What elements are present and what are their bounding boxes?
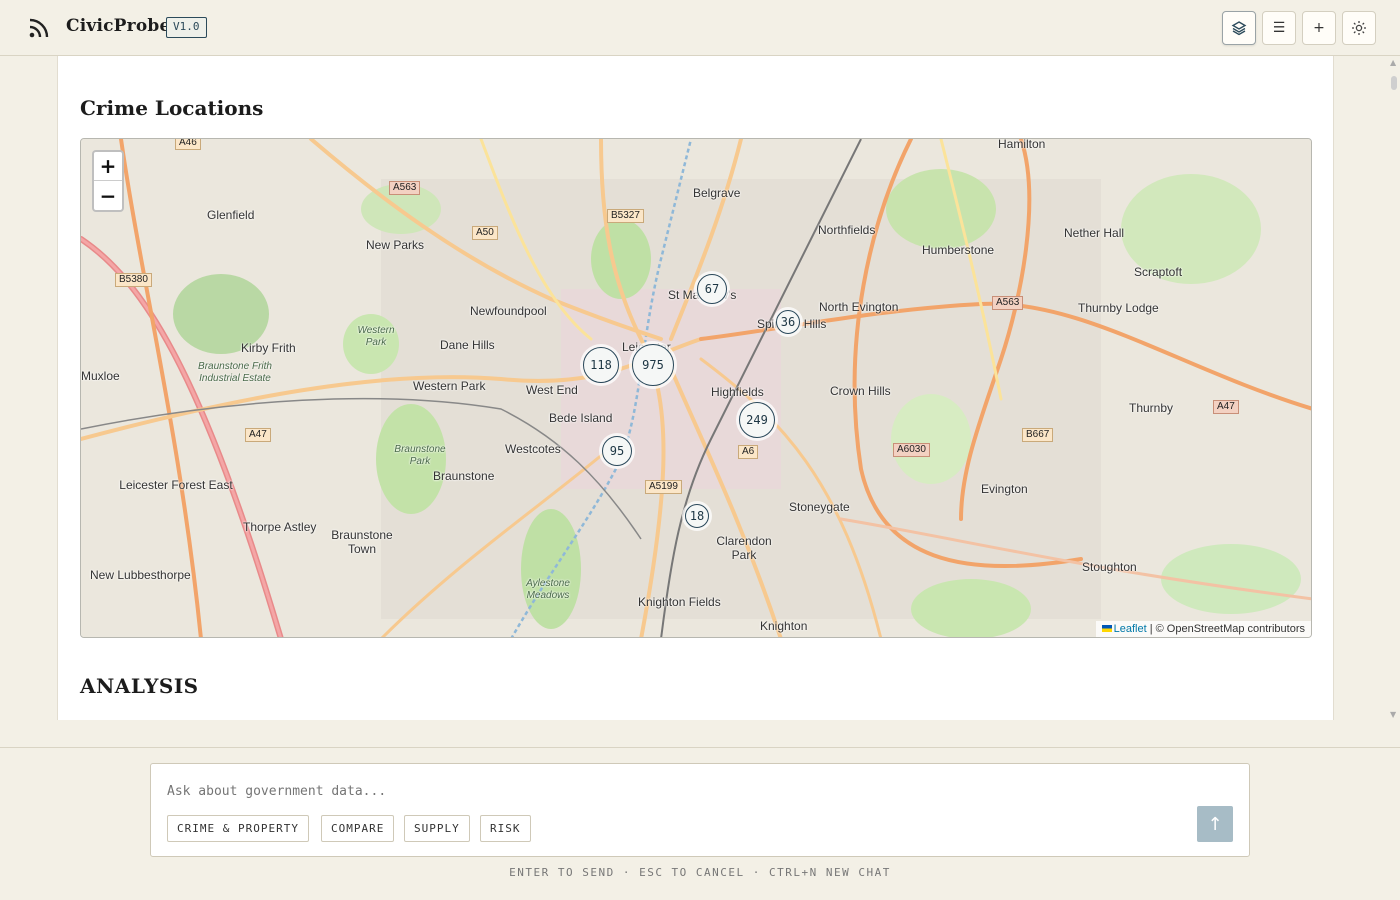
chip-risk[interactable]: RISK bbox=[480, 815, 531, 842]
place-label: Belgrave bbox=[693, 186, 741, 200]
scrollbar-thumb[interactable] bbox=[1391, 76, 1397, 90]
content-panel: Crime Locations A46 A563 B5327 A50 B5380… bbox=[57, 56, 1334, 720]
scroll-down-arrow-icon[interactable]: ▼ bbox=[1390, 710, 1396, 719]
place-label: Bede Island bbox=[549, 411, 613, 425]
zoom-in-button[interactable]: + bbox=[94, 152, 122, 181]
park-label: Braunstone Park bbox=[394, 444, 446, 467]
new-chat-button[interactable]: + bbox=[1302, 11, 1336, 45]
chip-supply[interactable]: SUPPLY bbox=[404, 815, 470, 842]
road-label: B5380 bbox=[115, 273, 152, 287]
crime-cluster-marker[interactable]: 18 bbox=[685, 504, 709, 528]
rss-icon bbox=[29, 18, 49, 38]
road-label: A563 bbox=[992, 296, 1024, 310]
layers-icon bbox=[1231, 21, 1247, 36]
chat-input[interactable] bbox=[167, 784, 1067, 799]
road-label: A563 bbox=[389, 181, 421, 195]
place-label: Hamilton bbox=[998, 138, 1046, 151]
leaflet-link[interactable]: Leaflet bbox=[1114, 623, 1147, 635]
analysis-title: ANALYSIS bbox=[80, 674, 199, 698]
place-label: Braunstone bbox=[433, 469, 495, 483]
park-label: Western Park bbox=[357, 325, 395, 348]
crime-cluster-marker[interactable]: 67 bbox=[697, 274, 727, 304]
road-label: A50 bbox=[472, 226, 498, 240]
section-title: Crime Locations bbox=[80, 96, 264, 120]
place-label: Glenfield bbox=[207, 208, 255, 222]
place-label: Braunstone Town bbox=[331, 528, 393, 556]
road-label: A46 bbox=[175, 139, 201, 150]
place-label: North Evington bbox=[819, 300, 899, 314]
version-badge: V1.0 bbox=[166, 17, 207, 38]
crime-map[interactable]: A46 A563 B5327 A50 B5380 A563 A47 A6 A60… bbox=[80, 138, 1312, 638]
place-label: Stoughton bbox=[1082, 560, 1137, 574]
chip-compare[interactable]: COMPARE bbox=[321, 815, 395, 842]
road-label: A6030 bbox=[893, 443, 930, 457]
road-label: A47 bbox=[245, 428, 271, 442]
settings-button[interactable] bbox=[1342, 11, 1376, 45]
park-label: Aylestone Meadows bbox=[526, 578, 570, 601]
place-label: Highfields bbox=[711, 385, 764, 399]
send-button[interactable]: ↑ bbox=[1197, 806, 1233, 842]
arrow-up-icon: ↑ bbox=[1207, 813, 1223, 835]
place-label: Kirby Frith bbox=[241, 341, 296, 355]
road-label: A6 bbox=[738, 445, 759, 459]
ukraine-flag-icon bbox=[1101, 625, 1112, 632]
place-label: Clarendon Park bbox=[716, 534, 772, 562]
list-icon: ☰ bbox=[1272, 20, 1286, 36]
place-label: Thorpe Astley bbox=[243, 520, 317, 534]
place-label: Nether Hall bbox=[1064, 226, 1125, 240]
crime-cluster-marker[interactable]: 249 bbox=[739, 402, 775, 438]
place-label: Dane Hills bbox=[440, 338, 495, 352]
divider bbox=[0, 747, 1400, 748]
place-label: Thurnby Lodge bbox=[1078, 301, 1159, 315]
keyboard-hint: ENTER TO SEND · ESC TO CANCEL · CTRL+N N… bbox=[509, 866, 891, 879]
layers-button[interactable] bbox=[1222, 11, 1256, 45]
app-name: CivicProbe bbox=[66, 16, 171, 36]
place-label: Leicester Forest East bbox=[119, 478, 233, 492]
place-label: Humberstone bbox=[922, 243, 995, 257]
place-label: Newfoundpool bbox=[470, 304, 547, 318]
place-label: New Lubbesthorpe bbox=[90, 568, 191, 582]
place-label: Stoneygate bbox=[789, 500, 850, 514]
place-label: Knighton bbox=[760, 619, 808, 633]
place-label: Crown Hills bbox=[830, 384, 891, 398]
chat-composer: CRIME & PROPERTY COMPARE SUPPLY RISK ↑ bbox=[150, 763, 1250, 857]
park-label: Braunstone Frith Industrial Estate bbox=[198, 361, 272, 384]
place-label: West End bbox=[526, 383, 578, 397]
menu-button[interactable]: ☰ bbox=[1262, 11, 1296, 45]
place-label: Evington bbox=[981, 482, 1028, 496]
place-label: Thurnby bbox=[1129, 401, 1174, 415]
place-label: Northfields bbox=[818, 223, 876, 237]
road-label: B667 bbox=[1022, 428, 1054, 442]
zoom-control: + − bbox=[92, 150, 124, 212]
crime-cluster-marker[interactable]: 118 bbox=[583, 347, 619, 383]
place-label: Western Park bbox=[413, 379, 486, 393]
app-header: CivicProbe V1.0 ☰ + bbox=[0, 0, 1400, 56]
place-label: Westcotes bbox=[505, 442, 561, 456]
plus-icon: + bbox=[1313, 20, 1325, 36]
road-label: A47 bbox=[1213, 400, 1239, 414]
zoom-out-button[interactable]: − bbox=[94, 181, 122, 210]
crime-cluster-marker[interactable]: 36 bbox=[776, 310, 800, 334]
scroll-up-arrow-icon[interactable]: ▲ bbox=[1390, 58, 1396, 67]
chip-crime-property[interactable]: CRIME & PROPERTY bbox=[167, 815, 309, 842]
place-label: Scraptoft bbox=[1134, 265, 1183, 279]
sun-icon bbox=[1352, 21, 1366, 35]
place-label: Muxloe bbox=[81, 369, 120, 383]
map-attribution: Leaflet | © OpenStreetMap contributors bbox=[1095, 621, 1311, 637]
crime-cluster-marker[interactable]: 95 bbox=[602, 436, 632, 466]
attribution-text: | © OpenStreetMap contributors bbox=[1149, 623, 1305, 635]
road-label: B5327 bbox=[607, 209, 644, 223]
place-label: Knighton Fields bbox=[638, 595, 721, 609]
road-label: A5199 bbox=[645, 480, 682, 494]
place-label: New Parks bbox=[366, 238, 425, 252]
crime-cluster-marker[interactable]: 975 bbox=[632, 344, 674, 386]
